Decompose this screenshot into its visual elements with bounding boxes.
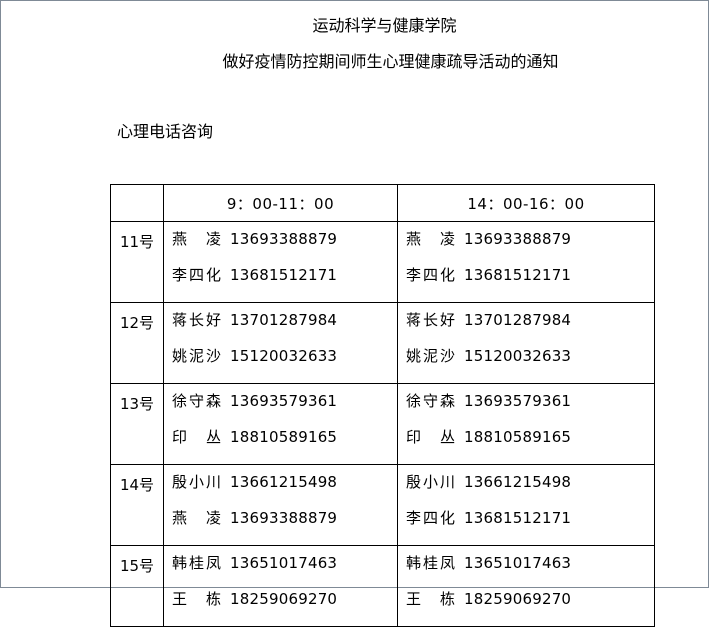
- day-cell: 11号: [110, 221, 164, 303]
- counselor-entry: 殷小川 13661215498: [406, 473, 654, 509]
- day-cell: 14号: [110, 464, 164, 546]
- counselor-phone: 13693579361: [464, 392, 572, 410]
- table-row: 12号 蒋长好 13701287984 姚泥沙 15120032633 蒋长好 137012…: [110, 302, 655, 384]
- notice-title: 做好疫情防控期间师生心理健康疏导活动的通知: [222, 52, 559, 71]
- day-cell: 13号: [110, 383, 164, 465]
- counselor-entry: 燕 凌 13693388879: [172, 509, 397, 545]
- afternoon-slot-cell: 韩桂凤 13651017463 王 栋 18259069270: [397, 545, 655, 627]
- counselor-name: 李四化: [406, 266, 458, 284]
- afternoon-slot-cell: 徐守森 13693579361 印 丛 18810589165: [397, 383, 655, 465]
- counselor-phone: 13661215498: [230, 473, 338, 491]
- counselor-entry: 蒋长好 13701287984: [172, 311, 397, 347]
- counselor-phone: 13701287984: [230, 311, 338, 329]
- counselor-entry: 李四化 13681512171: [406, 266, 654, 302]
- counselor-phone: 13651017463: [230, 554, 338, 572]
- counselor-entry: 徐守森 13693579361: [406, 392, 654, 428]
- counselor-name: 李四化: [172, 266, 224, 284]
- counselor-name: 印 丛: [406, 428, 458, 446]
- header-morning: 9：00-11：00: [163, 184, 398, 222]
- counselor-entry: 殷小川 13661215498: [172, 473, 397, 509]
- table-row: 15号 韩桂凤 13651017463 王 栋 18259069270 韩桂凤 136510…: [110, 545, 655, 627]
- morning-slot-cell: 蒋长好 13701287984 姚泥沙 15120032633: [163, 302, 398, 384]
- counselor-name: 王 栋: [172, 590, 224, 608]
- counselor-name: 燕 凌: [172, 230, 224, 248]
- counselor-phone: 18810589165: [230, 428, 338, 446]
- counselor-phone: 18810589165: [464, 428, 572, 446]
- counselor-entry: 蒋长好 13701287984: [406, 311, 654, 347]
- counselor-name: 徐守森: [172, 392, 224, 410]
- counselor-phone: 13693579361: [230, 392, 338, 410]
- afternoon-slot-cell: 殷小川 13661215498 李四化 13681512171: [397, 464, 655, 546]
- counselor-name: 王 栋: [406, 590, 458, 608]
- counselor-name: 殷小川: [406, 473, 458, 491]
- morning-slot-cell: 徐守森 13693579361 印 丛 18810589165: [163, 383, 398, 465]
- day-cell: 15号: [110, 545, 164, 627]
- table-row: 14号 殷小川 13661215498 燕 凌 13693388879 殷小川 136612…: [110, 464, 655, 546]
- counselor-phone: 13651017463: [464, 554, 572, 572]
- counselor-name: 燕 凌: [406, 230, 458, 248]
- counselor-name: 殷小川: [172, 473, 224, 491]
- morning-slot-cell: 韩桂凤 13651017463 王 栋 18259069270: [163, 545, 398, 627]
- counselor-entry: 燕 凌 13693388879: [172, 230, 397, 266]
- counselor-entry: 姚泥沙 15120032633: [172, 347, 397, 383]
- counselor-entry: 姚泥沙 15120032633: [406, 347, 654, 383]
- counselor-phone: 18259069270: [230, 590, 338, 608]
- counselor-entry: 印 丛 18810589165: [172, 428, 397, 464]
- counselor-name: 姚泥沙: [172, 347, 224, 365]
- counselor-phone: 13661215498: [464, 473, 572, 491]
- counselor-name: 李四化: [406, 509, 458, 527]
- table-row: 11号燕 凌 13693388879 李四化 13681512171 燕 凌 136933…: [110, 221, 655, 303]
- counselor-entry: 韩桂凤 13651017463: [406, 554, 654, 590]
- consultation-schedule-table: 9：00-11：00 14：00-16：00 11号燕 凌 13693388879…: [110, 184, 655, 627]
- afternoon-slot-cell: 燕 凌 13693388879 李四化 13681512171: [397, 221, 655, 303]
- counselor-entry: 王 栋 18259069270: [172, 590, 397, 626]
- counselor-entry: 燕 凌 13693388879: [406, 230, 654, 266]
- counselor-name: 蒋长好: [172, 311, 224, 329]
- counselor-phone: 15120032633: [464, 347, 572, 365]
- counselor-entry: 韩桂凤 13651017463: [172, 554, 397, 590]
- counselor-phone: 13681512171: [464, 509, 572, 527]
- school-name: 运动科学与健康学院: [312, 16, 457, 35]
- day-cell: 12号: [110, 302, 164, 384]
- header-day: [110, 184, 164, 222]
- counselor-phone: 13693388879: [464, 230, 572, 248]
- counselor-entry: 李四化 13681512171: [172, 266, 397, 302]
- schedule-body: 11号燕 凌 13693388879 李四化 13681512171 燕 凌 136933…: [110, 221, 655, 627]
- section-label: 心理电话咨询: [117, 122, 214, 141]
- morning-slot-cell: 燕 凌 13693388879 李四化 13681512171: [163, 221, 398, 303]
- counselor-phone: 18259069270: [464, 590, 572, 608]
- counselor-name: 燕 凌: [172, 509, 224, 527]
- counselor-name: 韩桂凤: [406, 554, 458, 572]
- table-header-row: 9：00-11：00 14：00-16：00: [110, 184, 655, 222]
- afternoon-slot-cell: 蒋长好 13701287984 姚泥沙 15120032633: [397, 302, 655, 384]
- counselor-name: 韩桂凤: [172, 554, 224, 572]
- morning-slot-cell: 殷小川 13661215498 燕 凌 13693388879: [163, 464, 398, 546]
- counselor-entry: 王 栋 18259069270: [406, 590, 654, 626]
- counselor-phone: 13701287984: [464, 311, 572, 329]
- counselor-name: 蒋长好: [406, 311, 458, 329]
- counselor-entry: 徐守森 13693579361: [172, 392, 397, 428]
- counselor-phone: 13693388879: [230, 230, 338, 248]
- header-afternoon: 14：00-16：00: [397, 184, 655, 222]
- counselor-phone: 13681512171: [464, 266, 572, 284]
- counselor-name: 徐守森: [406, 392, 458, 410]
- counselor-name: 印 丛: [172, 428, 224, 446]
- counselor-entry: 李四化 13681512171: [406, 509, 654, 545]
- table-row: 13号 徐守森 13693579361 印 丛 18810589165 徐守森 136935…: [110, 383, 655, 465]
- counselor-phone: 13693388879: [230, 509, 338, 527]
- counselor-phone: 15120032633: [230, 347, 338, 365]
- counselor-name: 姚泥沙: [406, 347, 458, 365]
- counselor-entry: 印 丛 18810589165: [406, 428, 654, 464]
- counselor-phone: 13681512171: [230, 266, 338, 284]
